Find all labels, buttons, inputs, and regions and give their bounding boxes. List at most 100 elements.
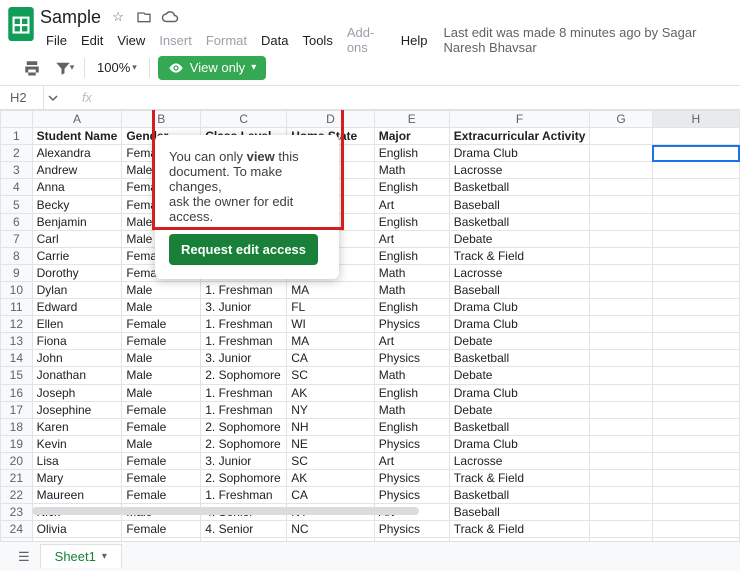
row-header[interactable]: 5 [1, 196, 33, 213]
cell[interactable]: Basketball [449, 350, 590, 367]
cell[interactable] [590, 179, 652, 196]
cell[interactable]: 2. Sophomore [201, 469, 287, 486]
cell[interactable]: Drama Club [449, 316, 590, 333]
cell[interactable]: 1. Freshman [201, 401, 287, 418]
row-header[interactable]: 7 [1, 230, 33, 247]
cell[interactable] [652, 487, 739, 504]
cell[interactable]: NC [287, 521, 375, 538]
cell[interactable]: Dorothy [32, 264, 122, 281]
cell[interactable]: Carrie [32, 247, 122, 264]
cell[interactable]: Lacrosse [449, 162, 590, 179]
cell[interactable] [590, 401, 652, 418]
cell[interactable] [590, 281, 652, 298]
cell[interactable] [590, 469, 652, 486]
cell[interactable]: Maureen [32, 487, 122, 504]
last-edit-text[interactable]: Last edit was made 8 minutes ago by Saga… [444, 25, 732, 55]
cell[interactable] [652, 264, 739, 281]
cell[interactable]: Math [374, 162, 449, 179]
cell[interactable]: Debate [449, 230, 590, 247]
row-header[interactable]: 1 [1, 128, 33, 145]
cell[interactable]: Drama Club [449, 435, 590, 452]
cell[interactable]: Extracurricular Activity [449, 128, 590, 145]
row-header[interactable]: 14 [1, 350, 33, 367]
cell[interactable]: Baseball [449, 196, 590, 213]
cell[interactable]: English [374, 418, 449, 435]
cell[interactable] [590, 230, 652, 247]
cell[interactable]: Male [122, 281, 201, 298]
cell[interactable]: John [32, 350, 122, 367]
cell[interactable]: Olivia [32, 521, 122, 538]
cell[interactable]: Track & Field [449, 247, 590, 264]
cell[interactable]: Becky [32, 196, 122, 213]
cell[interactable]: Art [374, 196, 449, 213]
cell[interactable]: Debate [449, 401, 590, 418]
cell[interactable]: 1. Freshman [201, 333, 287, 350]
row-header[interactable]: 3 [1, 162, 33, 179]
row-header[interactable]: 8 [1, 247, 33, 264]
cell[interactable]: Drama Club [449, 145, 590, 162]
cell[interactable] [590, 367, 652, 384]
row-header[interactable]: 19 [1, 435, 33, 452]
cell[interactable]: Kevin [32, 435, 122, 452]
cell[interactable] [652, 452, 739, 469]
row-header[interactable]: 24 [1, 521, 33, 538]
cell[interactable] [590, 128, 652, 145]
col-header-H[interactable]: H [652, 111, 739, 128]
row-header[interactable]: 20 [1, 452, 33, 469]
cell[interactable] [590, 487, 652, 504]
cell[interactable] [652, 196, 739, 213]
row-header[interactable]: 18 [1, 418, 33, 435]
cell[interactable] [652, 281, 739, 298]
cell[interactable]: Andrew [32, 162, 122, 179]
row-header[interactable]: 17 [1, 401, 33, 418]
row-header[interactable]: 21 [1, 469, 33, 486]
cell[interactable] [652, 247, 739, 264]
cell[interactable] [590, 213, 652, 230]
cell[interactable]: Debate [449, 367, 590, 384]
cell[interactable]: 2. Sophomore [201, 367, 287, 384]
cell[interactable]: MA [287, 281, 375, 298]
cell[interactable]: AK [287, 469, 375, 486]
row-header[interactable]: 10 [1, 281, 33, 298]
cell[interactable]: English [374, 247, 449, 264]
doc-title[interactable]: Sample [40, 7, 101, 28]
cell[interactable]: Jonathan [32, 367, 122, 384]
cell[interactable]: Male [122, 384, 201, 401]
all-sheets-icon[interactable]: ☰ [18, 549, 30, 565]
cell[interactable] [652, 145, 739, 162]
cell[interactable] [652, 333, 739, 350]
cell[interactable]: Physics [374, 469, 449, 486]
cell[interactable]: 3. Junior [201, 452, 287, 469]
cell[interactable]: 1. Freshman [201, 281, 287, 298]
cell[interactable]: WI [287, 316, 375, 333]
cell[interactable] [590, 333, 652, 350]
menu-edit[interactable]: Edit [75, 31, 109, 50]
col-header-G[interactable]: G [590, 111, 652, 128]
cell[interactable]: Basketball [449, 487, 590, 504]
cell[interactable] [652, 435, 739, 452]
menu-help[interactable]: Help [395, 31, 434, 50]
cell[interactable] [590, 521, 652, 538]
sheets-logo-icon[interactable] [8, 6, 34, 42]
sheet-tab-sheet1[interactable]: Sheet1 ▾ [40, 544, 122, 568]
formula-input[interactable] [112, 86, 740, 109]
cell[interactable]: Lacrosse [449, 264, 590, 281]
cell[interactable]: Female [122, 487, 201, 504]
cell[interactable]: CA [287, 350, 375, 367]
name-box[interactable]: H2 [0, 86, 44, 109]
cell[interactable]: Female [122, 401, 201, 418]
cell[interactable]: 2. Sophomore [201, 435, 287, 452]
menu-tools[interactable]: Tools [296, 31, 338, 50]
cell[interactable] [590, 435, 652, 452]
cell[interactable]: 2. Sophomore [201, 418, 287, 435]
col-header-E[interactable]: E [374, 111, 449, 128]
cell[interactable]: Math [374, 401, 449, 418]
cell[interactable] [652, 469, 739, 486]
cell[interactable]: Basketball [449, 418, 590, 435]
cell[interactable]: Physics [374, 316, 449, 333]
cell[interactable]: Physics [374, 521, 449, 538]
cell[interactable] [652, 418, 739, 435]
row-header[interactable]: 2 [1, 145, 33, 162]
horizontal-scrollbar[interactable] [32, 507, 736, 515]
cell[interactable] [652, 384, 739, 401]
